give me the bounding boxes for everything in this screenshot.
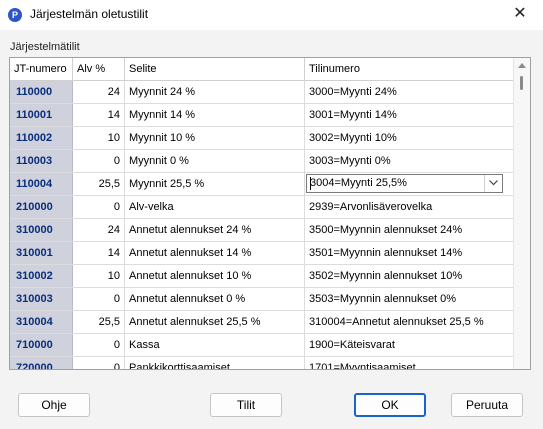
group-label: Järjestelmätilit — [10, 41, 80, 53]
table-row[interactable]: 110003 0 Myynnit 0 % 3003=Myynti 0% — [10, 150, 513, 173]
table-row[interactable]: 310000 24 Annetut alennukset 24 % 3500=Myyn… — [10, 219, 513, 242]
column-header-account[interactable]: Tilinumero — [305, 58, 513, 80]
table-row[interactable]: 310004 25,5 Annetut alennukset 25,5 % 31000… — [10, 311, 513, 334]
description-cell[interactable]: Annetut alennukset 10 % — [125, 265, 305, 287]
account-cell[interactable]: 3503=Myynnin alennukset 0% — [305, 288, 513, 310]
chevron-down-icon — [489, 180, 498, 186]
jt-number-cell[interactable]: 310002 — [10, 265, 73, 287]
vat-cell[interactable]: 25,5 — [73, 311, 125, 333]
description-cell[interactable]: Annetut alennukset 14 % — [125, 242, 305, 264]
account-dropdown-button[interactable] — [484, 175, 502, 192]
vat-cell[interactable]: 0 — [73, 150, 125, 172]
account-cell[interactable]: 3000=Myynti 24% — [305, 81, 513, 103]
close-button[interactable]: ✕ — [497, 0, 543, 30]
accounts-button[interactable]: Tilit — [210, 393, 282, 417]
jt-number-cell[interactable]: 110004 — [10, 173, 73, 195]
vat-cell[interactable]: 0 — [73, 288, 125, 310]
vat-cell[interactable]: 24 — [73, 81, 125, 103]
help-button[interactable]: Ohje — [18, 393, 90, 417]
table-row[interactable]: 110002 10 Myynnit 10 % 3002=Myynti 10% — [10, 127, 513, 150]
account-cell[interactable]: 2939=Arvonlisäverovelka — [305, 196, 513, 218]
vat-cell[interactable]: 0 — [73, 334, 125, 356]
vertical-scrollbar[interactable] — [513, 58, 530, 369]
jt-number-cell[interactable]: 110000 — [10, 81, 73, 103]
grid-header: JT-numero Alv % Selite Tilinumero — [10, 58, 513, 81]
column-header-description[interactable]: Selite — [125, 58, 305, 80]
account-cell[interactable]: 1701=Myyntisaamiset — [305, 357, 513, 369]
table-row[interactable]: 710000 0 Kassa 1900=Käteisvarat — [10, 334, 513, 357]
description-cell[interactable]: Annetut alennukset 24 % — [125, 219, 305, 241]
grid-rows: 110000 24 Myynnit 24 % 3000=Myynti 24% 11000… — [10, 81, 513, 369]
vat-cell[interactable]: 14 — [73, 242, 125, 264]
scroll-thumb[interactable] — [520, 76, 523, 90]
accounts-grid[interactable]: JT-numero Alv % Selite Tilinumero 110000… — [9, 57, 531, 370]
column-header-jt-number[interactable]: JT-numero — [10, 58, 73, 80]
account-cell[interactable]: 310004=Annetut alennukset 25,5 % — [305, 311, 513, 333]
account-cell[interactable]: 3502=Myynnin alennukset 10% — [305, 265, 513, 287]
description-cell[interactable]: Myynnit 0 % — [125, 150, 305, 172]
jt-number-cell[interactable]: 310001 — [10, 242, 73, 264]
app-icon: P — [8, 8, 22, 22]
description-cell[interactable]: Annetut alennukset 25,5 % — [125, 311, 305, 333]
jt-number-cell[interactable]: 720000 — [10, 357, 73, 369]
description-cell[interactable]: Pankkikorttisaamiset — [125, 357, 305, 369]
account-cell[interactable]: 3003=Myynti 0% — [305, 150, 513, 172]
table-row[interactable]: 310003 0 Annetut alennukset 0 % 3503=Myynni… — [10, 288, 513, 311]
account-cell[interactable]: 3501=Myynnin alennukset 14% — [305, 242, 513, 264]
vat-cell[interactable]: 0 — [73, 196, 125, 218]
column-header-vat[interactable]: Alv % — [73, 58, 125, 80]
close-icon: ✕ — [513, 5, 527, 22]
text-caret — [310, 177, 311, 190]
account-cell[interactable]: 3001=Myynti 14% — [305, 104, 513, 126]
ok-button[interactable]: OK — [354, 393, 426, 417]
table-row[interactable]: 210000 0 Alv-velka 2939=Arvonlisäverovelka — [10, 196, 513, 219]
jt-number-cell[interactable]: 310003 — [10, 288, 73, 310]
table-row[interactable]: 110004 25,5 Myynnit 25,5 % 3004=Myynti 25,5… — [10, 173, 513, 196]
window-title: Järjestelmän oletustilit — [30, 7, 149, 21]
account-combobox[interactable]: 3004=Myynti 25,5% — [306, 174, 503, 193]
title-bar: P Järjestelmän oletustilit ✕ — [0, 0, 543, 30]
vat-cell[interactable]: 0 — [73, 357, 125, 369]
jt-number-cell[interactable]: 110002 — [10, 127, 73, 149]
description-cell[interactable]: Kassa — [125, 334, 305, 356]
table-row[interactable]: 110000 24 Myynnit 24 % 3000=Myynti 24% — [10, 81, 513, 104]
jt-number-cell[interactable]: 310000 — [10, 219, 73, 241]
account-cell[interactable]: 1900=Käteisvarat — [305, 334, 513, 356]
cancel-button[interactable]: Peruuta — [451, 393, 523, 417]
vat-cell[interactable]: 10 — [73, 127, 125, 149]
description-cell[interactable]: Myynnit 10 % — [125, 127, 305, 149]
description-cell[interactable]: Myynnit 25,5 % — [125, 173, 305, 195]
table-row[interactable]: 310002 10 Annetut alennukset 10 % 3502=Myyn… — [10, 265, 513, 288]
scroll-up-arrow-icon[interactable] — [518, 62, 526, 68]
account-cell[interactable]: 3004=Myynti 25,5% — [305, 173, 513, 195]
table-row[interactable]: 720000 0 Pankkikorttisaamiset 1701=Myyntisa… — [10, 357, 513, 369]
jt-number-cell[interactable]: 310004 — [10, 311, 73, 333]
table-row[interactable]: 310001 14 Annetut alennukset 14 % 3501=Myyn… — [10, 242, 513, 265]
description-cell[interactable]: Myynnit 14 % — [125, 104, 305, 126]
table-row[interactable]: 110001 14 Myynnit 14 % 3001=Myynti 14% — [10, 104, 513, 127]
description-cell[interactable]: Annetut alennukset 0 % — [125, 288, 305, 310]
description-cell[interactable]: Myynnit 24 % — [125, 81, 305, 103]
jt-number-cell[interactable]: 710000 — [10, 334, 73, 356]
account-cell[interactable]: 3500=Myynnin alennukset 24% — [305, 219, 513, 241]
vat-cell[interactable]: 25,5 — [73, 173, 125, 195]
account-combobox-value[interactable]: 3004=Myynti 25,5% — [310, 175, 407, 192]
vat-cell[interactable]: 24 — [73, 219, 125, 241]
jt-number-cell[interactable]: 110001 — [10, 104, 73, 126]
jt-number-cell[interactable]: 110003 — [10, 150, 73, 172]
account-cell[interactable]: 3002=Myynti 10% — [305, 127, 513, 149]
description-cell[interactable]: Alv-velka — [125, 196, 305, 218]
vat-cell[interactable]: 10 — [73, 265, 125, 287]
vat-cell[interactable]: 14 — [73, 104, 125, 126]
jt-number-cell[interactable]: 210000 — [10, 196, 73, 218]
